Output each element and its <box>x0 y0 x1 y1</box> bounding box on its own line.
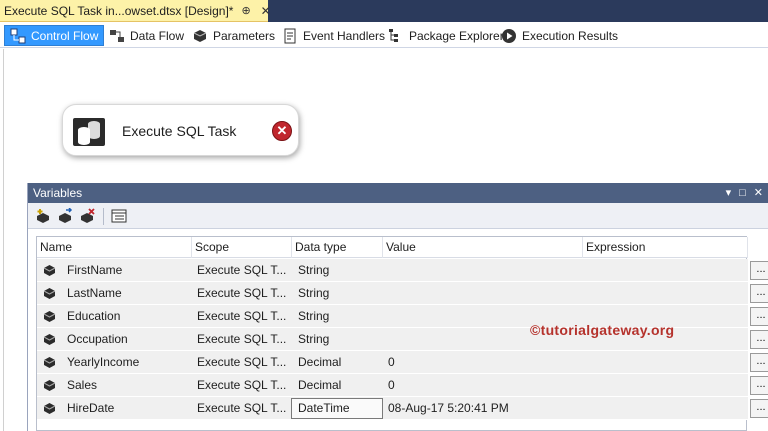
watermark: ©tutorialgateway.org <box>530 322 675 338</box>
variables-window-title-bar[interactable]: Variables ▾ □ ✕ <box>28 183 768 203</box>
variable-data-type[interactable]: String <box>298 259 380 282</box>
variable-data-type[interactable]: String <box>298 282 380 305</box>
variable-scope: Execute SQL T... <box>197 378 287 392</box>
close-tab-icon[interactable]: ✕ <box>261 4 271 18</box>
variable-data-type[interactable]: String <box>298 305 380 328</box>
grid-header: Name Scope Data type Value Expression <box>37 237 748 258</box>
expression-builder-button[interactable]: ... <box>750 330 768 349</box>
tab-execution-results[interactable]: Execution Results <box>496 25 623 46</box>
variables-window: Variables ▾ □ ✕ Name Scope Data type Val… <box>27 183 768 431</box>
control-flow-icon <box>10 28 26 44</box>
close-icon[interactable]: ✕ <box>754 183 763 203</box>
variable-value[interactable] <box>388 282 578 305</box>
column-header-name[interactable]: Name <box>37 237 192 258</box>
table-row[interactable]: HireDate Execute SQL T... DateTime 08-Au… <box>37 397 748 420</box>
variable-value[interactable]: 0 <box>388 351 578 374</box>
expression-builder-button[interactable]: ... <box>750 353 768 372</box>
variable-data-type[interactable]: Decimal <box>298 351 380 374</box>
data-flow-icon <box>109 28 125 44</box>
add-variable-icon[interactable] <box>35 208 51 224</box>
variable-scope: Execute SQL T... <box>197 263 287 277</box>
variable-expression[interactable] <box>587 259 742 282</box>
variable-name[interactable]: Occupation <box>67 328 187 351</box>
variable-expression[interactable] <box>587 282 742 305</box>
tab-label: Data Flow <box>130 28 185 43</box>
tab-label: Package Explorer <box>409 28 504 43</box>
tab-package-explorer[interactable]: Package Explorer <box>383 25 509 46</box>
delete-variable-icon[interactable] <box>79 208 95 224</box>
error-icon: ✕ <box>272 121 292 141</box>
task-label: Execute SQL Task <box>122 123 237 139</box>
column-header-scope[interactable]: Scope <box>192 237 292 258</box>
variable-icon <box>43 264 56 277</box>
variable-data-type-dropdown[interactable]: DateTime <box>291 398 383 419</box>
execution-results-icon <box>501 28 517 44</box>
variable-data-type[interactable]: String <box>298 328 380 351</box>
dropdown-icon[interactable]: ▾ <box>726 183 732 203</box>
variable-expression[interactable] <box>587 397 742 420</box>
column-header-expression[interactable]: Expression <box>583 237 748 258</box>
expression-builder-button[interactable]: ... <box>750 376 768 395</box>
tab-label: Event Handlers <box>303 28 386 43</box>
expression-builder-column: ... ... ... ... ... ... ... <box>747 236 768 431</box>
tab-label: Parameters <box>213 28 276 43</box>
tab-label: Execution Results <box>522 28 619 43</box>
pin-icon[interactable]: ⊕ <box>241 4 250 17</box>
tab-label: Control Flow <box>31 28 99 43</box>
variable-name[interactable]: LastName <box>67 282 187 305</box>
tab-parameters[interactable]: Parameters <box>187 25 280 46</box>
variable-scope: Execute SQL T... <box>197 401 287 415</box>
expression-builder-button[interactable]: ... <box>750 261 768 280</box>
column-header-data-type[interactable]: Data type <box>292 237 383 258</box>
variable-expression[interactable] <box>587 374 742 397</box>
variable-data-type[interactable]: Decimal <box>298 374 380 397</box>
variable-name[interactable]: YearlyIncome <box>67 351 187 374</box>
table-row[interactable]: Sales Execute SQL T... Decimal 0 <box>37 374 748 397</box>
document-tab-strip: Execute SQL Task in...owset.dtsx [Design… <box>0 0 768 22</box>
document-tab-title: Execute SQL Task in...owset.dtsx [Design… <box>4 3 234 18</box>
expression-builder-button[interactable]: ... <box>750 307 768 326</box>
variables-toolbar <box>28 203 768 229</box>
table-row[interactable]: LastName Execute SQL T... String <box>37 282 748 305</box>
variable-icon <box>43 333 56 346</box>
table-row[interactable]: FirstName Execute SQL T... String <box>37 259 748 282</box>
variable-icon <box>43 379 56 392</box>
tab-data-flow[interactable]: Data Flow <box>104 25 189 46</box>
package-explorer-icon <box>388 28 404 44</box>
expression-builder-button[interactable]: ... <box>750 284 768 303</box>
move-variable-icon[interactable] <box>57 207 73 224</box>
surface-divider <box>3 49 4 431</box>
variable-scope: Execute SQL T... <box>197 355 287 369</box>
variable-name[interactable]: Sales <box>67 374 187 397</box>
document-tab[interactable]: Execute SQL Task in...owset.dtsx [Design… <box>0 0 271 22</box>
variable-value[interactable]: 08-Aug-17 5:20:41 PM <box>388 397 578 420</box>
table-row[interactable]: YearlyIncome Execute SQL T... Decimal 0 <box>37 351 748 374</box>
variable-scope: Execute SQL T... <box>197 286 287 300</box>
variables-window-title: Variables <box>33 186 83 200</box>
tab-control-flow[interactable]: Control Flow <box>4 25 105 46</box>
variable-scope: Execute SQL T... <box>197 309 287 323</box>
variable-value[interactable] <box>388 259 578 282</box>
parameters-icon <box>192 28 208 44</box>
tab-event-handlers[interactable]: Event Handlers <box>277 25 390 46</box>
event-handlers-icon <box>282 28 298 44</box>
column-header-value[interactable]: Value <box>383 237 583 258</box>
execute-sql-task-box[interactable]: Execute SQL Task ✕ <box>62 104 299 156</box>
expression-builder-button[interactable]: ... <box>750 399 768 418</box>
variable-scope: Execute SQL T... <box>197 332 287 346</box>
variable-value[interactable]: 0 <box>388 374 578 397</box>
variable-expression[interactable] <box>587 351 742 374</box>
designer-tab-bar: Control Flow Data Flow Parameters Event … <box>0 22 768 48</box>
variable-icon <box>43 356 56 369</box>
variable-name[interactable]: HireDate <box>67 397 187 420</box>
maximize-icon[interactable]: □ <box>739 183 746 203</box>
variable-icon <box>43 287 56 300</box>
variable-icon <box>43 402 56 415</box>
toolbar-separator <box>103 208 104 225</box>
variable-name[interactable]: Education <box>67 305 187 328</box>
variable-name[interactable]: FirstName <box>67 259 187 282</box>
execute-sql-task-icon <box>72 115 106 149</box>
variable-icon <box>43 310 56 323</box>
grid-options-icon[interactable] <box>111 208 127 224</box>
